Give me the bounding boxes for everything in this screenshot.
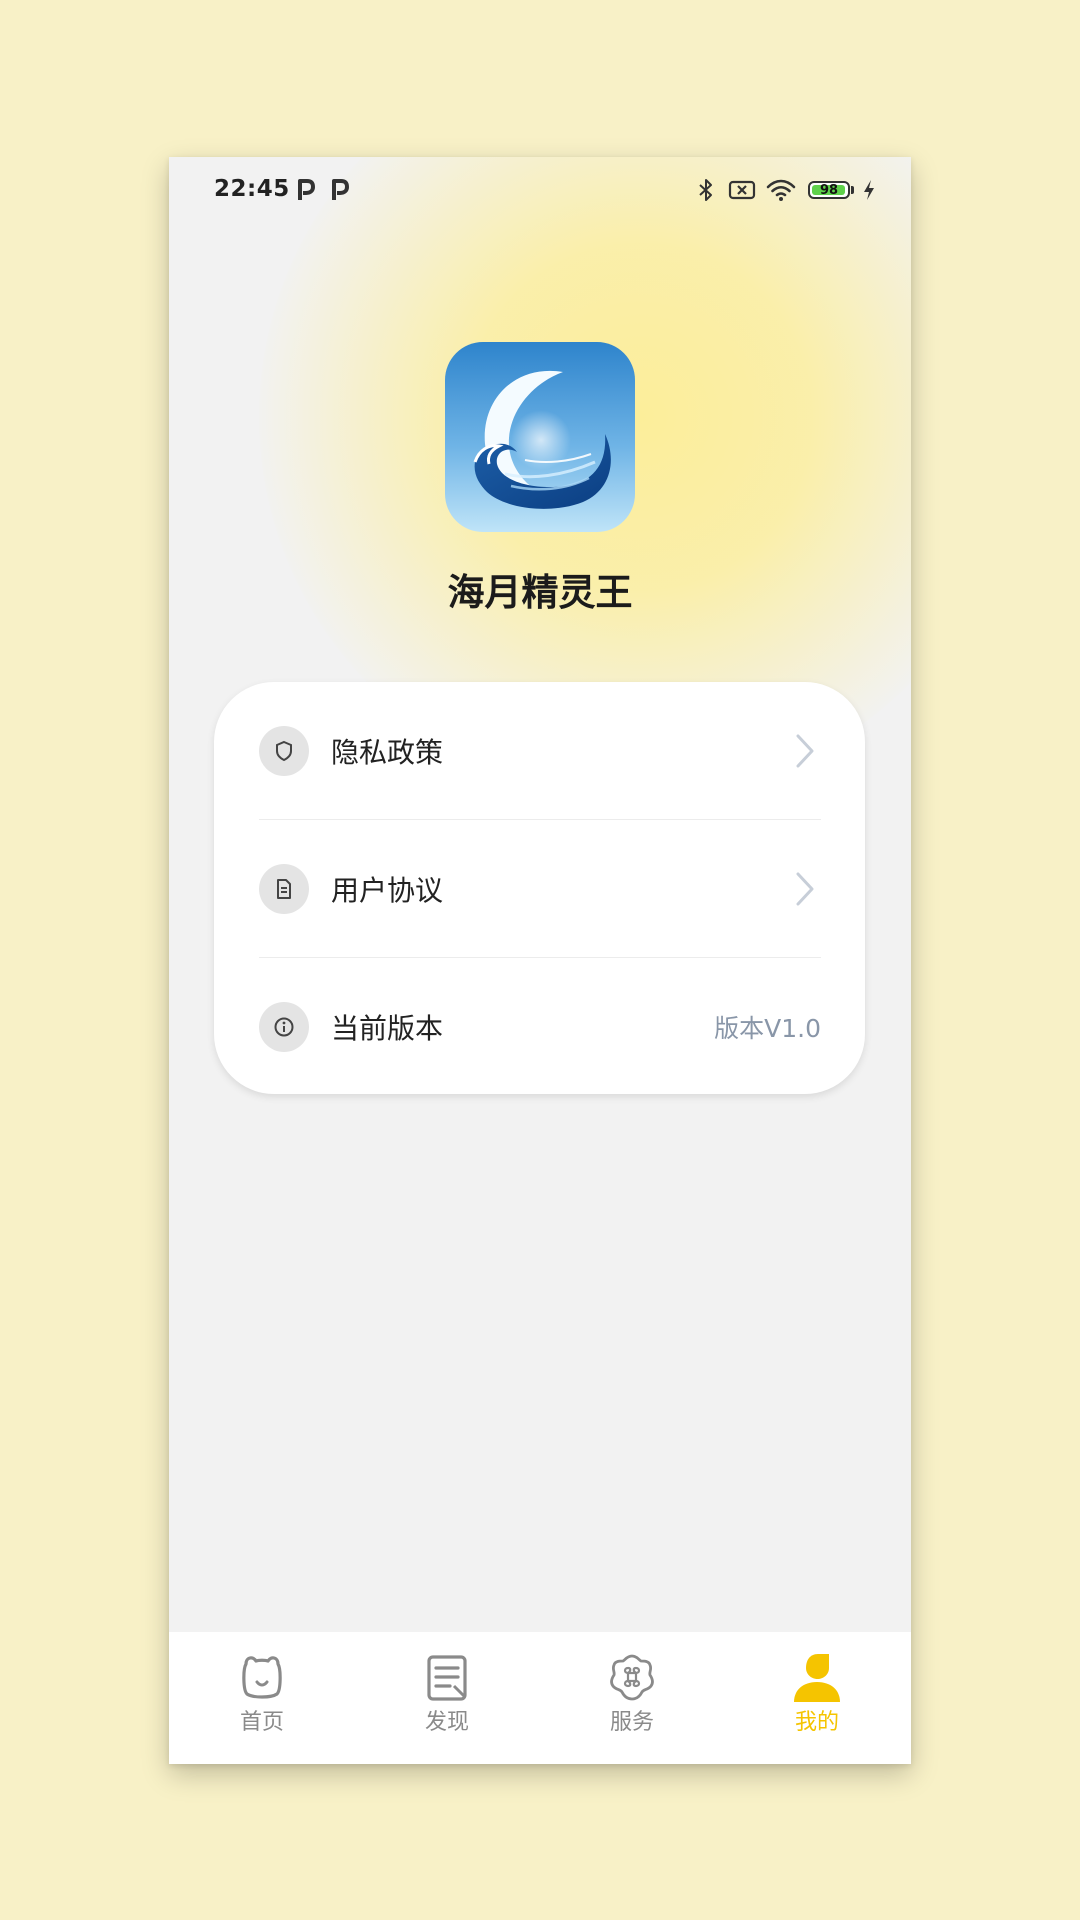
home-bear-icon (242, 1656, 282, 1699)
tab-label: 首页 (239, 1710, 284, 1735)
charging-bolt-icon (864, 180, 874, 200)
menu-item-user-agreement[interactable]: 用户协议 (259, 820, 821, 958)
tab-label: 我的 (794, 1710, 839, 1735)
chevron-right-icon (796, 734, 814, 768)
menu-item-label: 当前版本 (331, 1012, 444, 1045)
status-bar: 22:45 98 (169, 157, 911, 227)
status-time: 22:45 (214, 176, 290, 202)
battery-indicator: 98 (808, 181, 850, 199)
menu-item-current-version[interactable]: 当前版本 版本V1.0 (259, 958, 821, 1096)
app-logo (445, 342, 635, 532)
document-icon (259, 864, 309, 914)
menu-item-label: 用户协议 (331, 874, 444, 907)
battery-level-text: 98 (819, 182, 839, 198)
bottom-tab-bar: 首页 发现 服务 我的 (169, 1632, 911, 1764)
tab-label: 发现 (424, 1710, 469, 1735)
menu-item-privacy-policy[interactable]: 隐私政策 (259, 682, 821, 820)
shield-icon (259, 726, 309, 776)
bluetooth-icon (699, 179, 712, 201)
command-flower-icon (610, 1654, 654, 1701)
article-icon (427, 1655, 467, 1701)
sim-error-icon (728, 180, 756, 200)
person-icon (794, 1654, 840, 1702)
chevron-right-icon (796, 872, 814, 906)
parking-notification-icon (298, 179, 315, 200)
menu-item-label: 隐私政策 (331, 736, 444, 769)
version-value: 版本V1.0 (714, 1014, 821, 1043)
crescent-moon-wave-logo-icon (445, 342, 635, 532)
parking-notification-icon (332, 179, 349, 200)
battery-cap (851, 186, 854, 194)
app-name: 海月精灵王 (447, 571, 633, 614)
settings-menu-card: 隐私政策 用户协议 当前版本 版本V1.0 (214, 682, 865, 1094)
wifi-icon (766, 179, 796, 201)
info-icon (259, 1002, 309, 1052)
tab-services[interactable]: 服务 (572, 1652, 692, 1752)
tab-home[interactable]: 首页 (202, 1652, 322, 1752)
tab-mine[interactable]: 我的 (757, 1652, 877, 1752)
tab-label: 服务 (609, 1710, 654, 1735)
phone-screen: 22:45 98 海月精灵王 隐私政策 用户协议 当前版本 版本V1.0 首页 … (169, 157, 911, 1764)
tab-discover[interactable]: 发现 (387, 1652, 507, 1752)
status-icons: 98 (698, 177, 876, 203)
